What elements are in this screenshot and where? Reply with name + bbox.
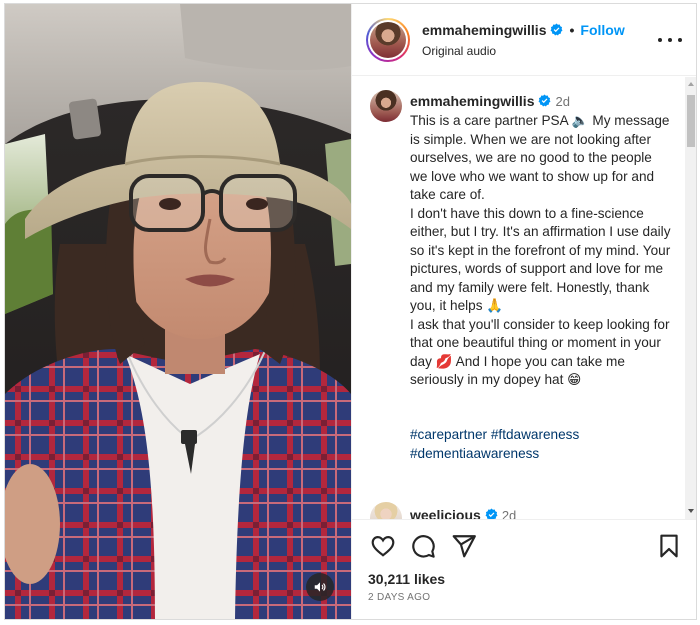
hashtag-link[interactable]: #dementiaawareness	[410, 446, 539, 461]
post-date[interactable]: 2 DAYS AGO	[368, 592, 430, 603]
header-user-line: emmahemingwillis • Follow	[422, 22, 625, 38]
comment-icon[interactable]	[410, 533, 436, 559]
video-frame-image	[5, 4, 351, 619]
verified-badge-icon	[539, 94, 551, 107]
caption-username[interactable]: emmahemingwillis	[410, 93, 534, 109]
caption-paragraph: I ask that you'll consider to keep looki…	[410, 316, 670, 388]
more-dot-icon	[668, 38, 672, 42]
more-dot-icon	[658, 38, 662, 42]
caption-paragraph: I don't have this down to a fine-science…	[410, 205, 671, 314]
verified-badge-icon	[551, 23, 563, 36]
reel-video[interactable]	[5, 4, 351, 619]
comments-scrollbar[interactable]	[685, 77, 696, 519]
commenter-username[interactable]: weelicious	[410, 507, 481, 519]
post-actions: 30,211 likes 2 DAYS AGO	[352, 519, 696, 619]
hashtag-link[interactable]: #ftdawareness	[491, 427, 579, 442]
audio-toggle-button[interactable]	[306, 573, 334, 601]
caption-paragraph: This is a care partner PSA 🔈 My message …	[410, 113, 670, 202]
speaker-icon	[314, 582, 326, 592]
heart-icon[interactable]	[370, 533, 396, 559]
post-header: emmahemingwillis • Follow Original audio	[352, 4, 696, 76]
bookmark-icon[interactable]	[656, 533, 682, 559]
comment-header: weelicious 2d	[410, 507, 516, 519]
scroll-up-arrow-icon[interactable]	[688, 82, 694, 86]
post-details-panel: emmahemingwillis • Follow Original audio e…	[351, 4, 696, 619]
scrollbar-thumb[interactable]	[687, 95, 695, 147]
scroll-down-arrow-icon[interactable]	[688, 509, 694, 513]
more-options-button[interactable]	[658, 32, 682, 48]
separator-dot: •	[569, 22, 575, 38]
comment-timestamp[interactable]: 2d	[502, 508, 516, 519]
original-audio-link[interactable]: Original audio	[422, 44, 496, 58]
hashtags: #carepartner #ftdawareness #dementiaawar…	[410, 425, 672, 463]
header-username[interactable]: emmahemingwillis	[422, 22, 546, 38]
verified-badge-icon	[485, 508, 498, 519]
instagram-post-modal: emmahemingwillis • Follow Original audio e…	[4, 3, 697, 620]
hashtag-link[interactable]: #carepartner	[410, 427, 487, 442]
avatar	[370, 22, 406, 58]
story-avatar[interactable]	[366, 18, 410, 62]
post-caption: This is a care partner PSA 🔈 My message …	[410, 112, 672, 390]
caption-header: emmahemingwillis 2d	[410, 93, 570, 109]
caption-timestamp[interactable]: 2d	[555, 94, 569, 109]
commenter-avatar[interactable]	[370, 502, 402, 519]
caption-author-avatar[interactable]	[370, 90, 402, 122]
like-count[interactable]: 30,211 likes	[368, 571, 445, 587]
comments-section[interactable]: emmahemingwillis 2d This is a care partne…	[352, 77, 696, 519]
more-dot-icon	[678, 38, 682, 42]
follow-button[interactable]: Follow	[580, 22, 624, 38]
share-icon[interactable]	[451, 533, 477, 559]
